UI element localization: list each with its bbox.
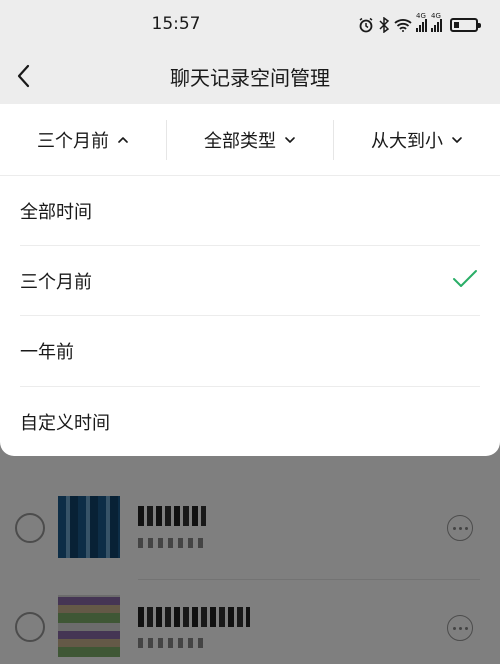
time-filter-dropdown: 三个月前 全部类型 从大到小 全部时间 三个月前 一年前 自定义时间 — [0, 104, 500, 456]
status-time: 15:57 — [151, 14, 201, 34]
filter-time[interactable]: 三个月前 — [0, 104, 166, 176]
wifi-icon — [394, 19, 412, 32]
option-label: 一年前 — [20, 342, 74, 363]
battery-icon — [450, 18, 481, 32]
page-title: 聊天记录空间管理 — [170, 66, 330, 90]
status-icons: 4G 4G — [358, 12, 481, 35]
filter-sort-label: 从大到小 — [371, 131, 443, 152]
option-label: 自定义时间 — [20, 413, 110, 434]
nav-bar: 聊天记录空间管理 — [0, 50, 500, 104]
filter-type[interactable]: 全部类型 — [167, 104, 333, 176]
option-three-months[interactable]: 三个月前 — [0, 246, 500, 316]
filter-bar: 三个月前 全部类型 从大到小 — [0, 104, 500, 176]
filter-time-label: 三个月前 — [37, 131, 109, 152]
option-custom-time[interactable]: 自定义时间 — [0, 387, 500, 457]
chevron-up-icon — [118, 137, 128, 143]
option-all-time[interactable]: 全部时间 — [0, 176, 500, 246]
chevron-down-icon — [285, 137, 295, 143]
filter-type-label: 全部类型 — [204, 131, 276, 152]
option-one-year[interactable]: 一年前 — [0, 316, 500, 387]
option-label: 全部时间 — [20, 202, 92, 223]
option-label: 三个月前 — [20, 272, 92, 293]
status-bar: 15:57 4G 4G — [0, 0, 500, 50]
signal-4g-icon: 4G — [431, 12, 442, 32]
alarm-icon — [359, 17, 373, 33]
chevron-down-icon — [452, 137, 462, 143]
signal-4g-icon: 4G — [416, 12, 427, 32]
checkmark-icon — [453, 270, 477, 287]
filter-sort[interactable]: 从大到小 — [334, 104, 500, 176]
bluetooth-icon — [379, 17, 390, 33]
